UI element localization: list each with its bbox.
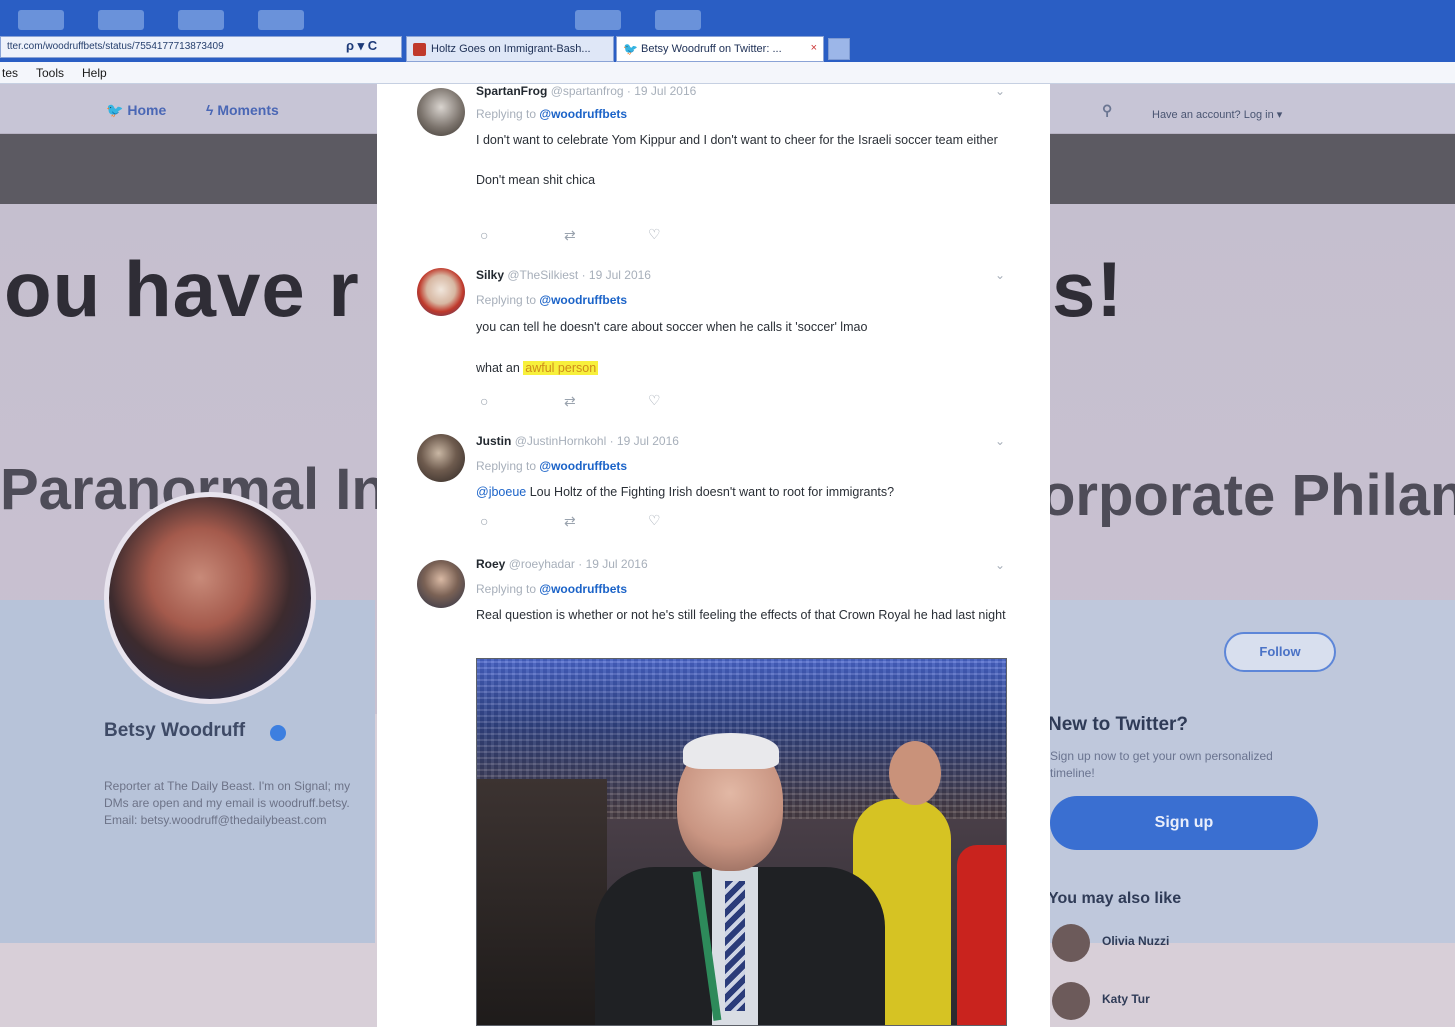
photo-tie — [725, 881, 745, 1011]
reply-icon[interactable]: ○ — [480, 513, 488, 529]
titlebar-blur-block — [18, 10, 64, 30]
mention-link[interactable]: @woodruffbets — [539, 107, 627, 121]
photo-white-hair — [683, 733, 779, 769]
new-to-twitter-heading: New to Twitter? — [1048, 714, 1189, 735]
reply-meta: @JustinHornkohl · 19 Jul 2016 — [514, 434, 679, 448]
suggestion-avatar[interactable] — [1052, 982, 1090, 1020]
mention-link[interactable]: @woodruffbets — [539, 459, 627, 473]
chevron-down-icon[interactable]: ⌄ — [995, 434, 1005, 448]
menu-favorites[interactable]: tes — [2, 66, 18, 80]
chevron-down-icon[interactable]: ⌄ — [995, 268, 1005, 282]
menu-bar: tes Tools Help — [0, 62, 1455, 84]
reply-avatar[interactable] — [417, 88, 465, 136]
menu-tools[interactable]: Tools — [36, 66, 64, 80]
replying-to-line: Replying to @woodruffbets — [476, 459, 628, 473]
like-icon[interactable]: ♡ — [648, 392, 661, 409]
titlebar-blur-block — [655, 10, 701, 30]
reply-meta: @spartanfrog · 19 Jul 2016 — [550, 84, 697, 98]
reply-author-name[interactable]: Roey — [476, 557, 505, 571]
reply-avatar[interactable] — [417, 268, 465, 316]
address-bar-controls[interactable]: ρ ▾ C — [346, 38, 377, 54]
reply-header: SpartanFrog @spartanfrog · 19 Jul 2016 — [476, 84, 696, 98]
banner-text-right: s! — [1052, 245, 1124, 333]
retweet-icon[interactable]: ⇄ — [564, 513, 576, 530]
news-favicon-icon — [413, 43, 426, 56]
close-tab-icon[interactable]: × — [811, 42, 817, 54]
nav-moments[interactable]: ϟ Moments — [206, 102, 279, 118]
reply-icon[interactable]: ○ — [480, 393, 488, 409]
reply-text: you can tell he doesn't care about socce… — [476, 320, 868, 375]
reply-tweet[interactable]: Silky @TheSilkiest · 19 Jul 2016 ⌄ Reply… — [377, 264, 1050, 424]
reply-text: @jboeue Lou Holtz of the Fighting Irish … — [476, 485, 895, 499]
search-icon[interactable]: ⚲ — [1102, 102, 1112, 119]
highlighted-text: awful person — [523, 361, 599, 375]
mention-link[interactable]: @jboeue — [476, 485, 526, 499]
photo-left-people — [477, 779, 607, 1025]
reply-text: I don't want to celebrate Yom Kippur and… — [476, 133, 998, 187]
tab-holtz-article[interactable]: Holtz Goes on Immigrant-Bash... — [406, 36, 614, 62]
reply-tweet[interactable]: Justin @JustinHornkohl · 19 Jul 2016 ⌄ R… — [377, 430, 1050, 550]
reply-tweet[interactable]: SpartanFrog @spartanfrog · 19 Jul 2016 ⌄… — [377, 84, 1050, 256]
like-icon[interactable]: ♡ — [648, 512, 661, 529]
titlebar-blur-block — [178, 10, 224, 30]
you-may-also-like-heading: You may also like — [1048, 890, 1182, 907]
browser-titlebar: tter.com/woodruffbets/status/75541777138… — [0, 0, 1455, 66]
tweet-replies-modal: SpartanFrog @spartanfrog · 19 Jul 2016 ⌄… — [377, 84, 1050, 1027]
menu-help[interactable]: Help — [82, 66, 107, 80]
suggestion-name[interactable]: Katy Tur — [1102, 992, 1150, 1006]
reply-header: Roey @roeyhadar · 19 Jul 2016 — [476, 557, 648, 571]
photo-red-shirt — [957, 845, 1006, 1025]
replying-to-line: Replying to @woodruffbets — [476, 293, 628, 307]
reply-author-name[interactable]: Justin — [476, 434, 511, 448]
reply-avatar[interactable] — [417, 434, 465, 482]
reply-meta: @TheSilkiest · 19 Jul 2016 — [507, 268, 651, 282]
nav-home[interactable]: 🐦 Home — [106, 102, 166, 119]
reply-avatar[interactable] — [417, 560, 465, 608]
banner-subtext-right: orporate Philant — [1040, 463, 1455, 528]
reply-icon[interactable]: ○ — [480, 227, 488, 243]
address-bar[interactable]: tter.com/woodruffbets/status/75541777138… — [0, 36, 402, 58]
reply-tweet[interactable]: Roey @roeyhadar · 19 Jul 2016 ⌄ Replying… — [377, 554, 1050, 1027]
reply-header: Silky @TheSilkiest · 19 Jul 2016 — [476, 268, 651, 282]
retweet-icon[interactable]: ⇄ — [564, 393, 576, 410]
reply-author-name[interactable]: SpartanFrog — [476, 84, 547, 98]
reply-text: Real question is whether or not he's sti… — [476, 608, 1006, 622]
lightning-icon: ϟ — [206, 102, 214, 118]
banner-text-left: ou have r — [4, 245, 360, 333]
titlebar-blur-block — [98, 10, 144, 30]
tab-betsy-twitter[interactable]: 🐦 Betsy Woodruff on Twitter: ... × — [616, 36, 824, 62]
profile-bio: Reporter at The Daily Beast. I'm on Sign… — [104, 779, 351, 827]
login-link[interactable]: Have an account? Log in ▾ — [1152, 108, 1282, 121]
profile-avatar[interactable] — [104, 492, 316, 704]
mention-link[interactable]: @woodruffbets — [539, 293, 627, 307]
suggestion-name[interactable]: Olivia Nuzzi — [1102, 934, 1169, 948]
titlebar-blur-block — [575, 10, 621, 30]
reply-meta: @roeyhadar · 19 Jul 2016 — [508, 557, 648, 571]
signup-button[interactable]: Sign up — [1050, 796, 1318, 850]
chevron-down-icon[interactable]: ⌄ — [995, 84, 1005, 98]
screenshot-root: tter.com/woodruffbets/status/75541777138… — [0, 0, 1455, 1027]
tab-label: Holtz Goes on Immigrant-Bash... — [431, 43, 591, 55]
tweet-photo[interactable] — [476, 658, 1007, 1026]
twitter-bird-icon: 🐦 — [106, 102, 124, 118]
mention-link[interactable]: @woodruffbets — [539, 582, 627, 596]
photo-man-head — [889, 741, 941, 805]
like-icon[interactable]: ♡ — [648, 226, 661, 243]
twitter-bird-icon: 🐦 — [623, 42, 638, 56]
chevron-down-icon[interactable]: ⌄ — [995, 558, 1005, 572]
replying-to-line: Replying to @woodruffbets — [476, 107, 628, 121]
tab-label: Betsy Woodruff on Twitter: ... — [641, 43, 782, 55]
new-tab-button[interactable] — [828, 38, 850, 60]
retweet-icon[interactable]: ⇄ — [564, 227, 576, 244]
verified-badge-icon — [270, 725, 286, 741]
reply-header: Justin @JustinHornkohl · 19 Jul 2016 — [476, 434, 679, 448]
titlebar-blur-block — [258, 10, 304, 30]
profile-name: Betsy Woodruff — [104, 720, 246, 741]
new-to-twitter-sub: Sign up now to get your own personalized… — [1050, 749, 1273, 780]
reply-author-name[interactable]: Silky — [476, 268, 504, 282]
follow-button[interactable]: Follow — [1224, 632, 1336, 672]
replying-to-line: Replying to @woodruffbets — [476, 582, 628, 596]
suggestion-avatar[interactable] — [1052, 924, 1090, 962]
